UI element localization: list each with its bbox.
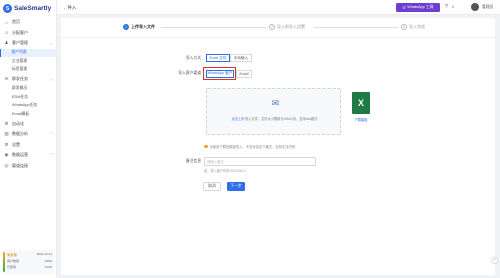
plan-name: 免费版 — [7, 252, 17, 257]
sidebar-item-label: 设置 — [12, 141, 20, 147]
user-name[interactable]: 管理员 — [482, 5, 493, 10]
import-mode-excel[interactable]: Excel 文件 — [206, 54, 230, 62]
help-icon[interactable]: ? — [445, 4, 448, 10]
chevron-up-icon: ︿ — [49, 76, 54, 81]
topbar-icons: ? ♪ — [445, 4, 454, 10]
remark-hint: 如：导入客户时间 2023.08.17 — [204, 169, 247, 173]
upload-hint: 拖入文件，文件大小限制为10M以内，支持xlsx格式 — [245, 117, 318, 121]
sidebar-subitem-broadcast-overview[interactable]: 群发概况 — [0, 85, 57, 94]
sidebar-item-analytics[interactable]: ▥ 数据分析 ﹀ — [0, 129, 57, 140]
sidebar-item-broadcast[interactable]: ✉ 群发任务 ︿ — [0, 74, 57, 85]
chevron-down-icon: ﹀ — [49, 152, 54, 157]
quota-value: 18/50 — [44, 258, 52, 263]
scroll-up-icon[interactable]: ⌃ — [491, 257, 498, 264]
quota-bar — [3, 252, 5, 272]
sidebar-item-label: 群发任务 — [12, 76, 28, 82]
sidebar-subitem-companies[interactable]: 企业管理 — [0, 57, 57, 66]
import-mode-label: 导入方式 — [185, 56, 201, 60]
sidebar-subitem-email-template[interactable]: Email模板 — [0, 110, 57, 119]
import-panel: 1 上传导入文件 2 导入前导入设置 3 导入完成 导入方式 Excel 文件 … — [61, 18, 495, 275]
next-button[interactable]: 下一步 — [227, 182, 245, 191]
warning-icon — [204, 144, 208, 149]
step-number: 3 — [401, 24, 407, 30]
sidebar-item-label: 分配客户 — [12, 29, 28, 35]
quota-key: 客户数量 — [7, 258, 20, 263]
sidebar-item-automation[interactable]: ⚙ 自动化 — [0, 119, 57, 130]
back-icon[interactable]: ‹ — [64, 6, 65, 11]
sidebar-item-label: 数据分析 — [12, 131, 28, 137]
home-icon: ⌂ — [5, 19, 8, 25]
stepper: 1 上传导入文件 2 导入前导入设置 3 导入完成 — [61, 18, 495, 38]
step-3: 3 导入完成 — [401, 24, 425, 30]
step-connector — [314, 27, 398, 28]
sidebar-item-assign[interactable]: ☺ 分配客户 — [0, 28, 57, 39]
step-label: 导入前导入设置 — [277, 24, 305, 29]
sidebar-subitem-edm[interactable]: EDM任务 — [0, 93, 57, 102]
tip-text: 请使用下载的模板导入，不支持自定义格式，否则无法识别 — [209, 145, 296, 149]
sidebar-item-data-ops[interactable]: ◉ 数据运营 ﹀ — [0, 150, 57, 161]
remark-input[interactable]: 请输入备注 — [204, 157, 316, 166]
upload-icon: ✉ — [271, 98, 280, 108]
logo-text: SaleSmartly — [14, 5, 52, 12]
file-upload-dropzone[interactable]: ✉ 点击上传 拖入文件，文件大小限制为10M以内，支持xlsx格式 — [206, 88, 341, 135]
bell-icon[interactable]: ♪ — [452, 4, 455, 10]
sidebar-subitem-tags[interactable]: 标签管理 — [0, 66, 57, 75]
analytics-icon: ▥ — [4, 131, 9, 137]
chevron-down-icon: ﹀ — [49, 131, 54, 136]
whatsapp-icon: ✆ — [402, 6, 406, 10]
cancel-button[interactable]: 取消 — [203, 182, 221, 191]
settings-icon: ⚙ — [4, 141, 9, 147]
channel-email[interactable]: Email — [236, 69, 252, 78]
sidebar-subitem-whatsapp-task[interactable]: WhatsApp任务 — [0, 102, 57, 111]
avatar[interactable] — [471, 3, 479, 11]
app-logo[interactable]: S SaleSmartly — [3, 4, 51, 13]
customers-icon: ♟ — [4, 40, 9, 46]
step-2: 2 导入前导入设置 — [269, 24, 305, 30]
sidebar-item-settings[interactable]: ⚙ 设置 — [0, 140, 57, 151]
remark-label: 备注信息 — [185, 159, 201, 163]
whatsapp-tool-label: WhatsApp 工具 — [407, 5, 434, 9]
top-bar: ‹ 导入 ✆ WhatsApp 工具 ? ♪ 管理员 — [57, 0, 500, 15]
broadcast-icon: ✉ — [4, 76, 9, 82]
sidebar: S SaleSmartly ⌂ 首页 ☺ 分配客户 ♟ 客户管理 ︿ 客户列表 … — [0, 0, 57, 278]
upload-instructions: 点击上传 拖入文件，文件大小限制为10M以内，支持xlsx格式 — [207, 116, 342, 121]
upload-link[interactable]: 点击上传 — [232, 117, 245, 121]
sidebar-item-customers[interactable]: ♟ 客户管理 ︿ — [0, 38, 57, 49]
sidebar-item-label: 数据运营 — [12, 152, 28, 158]
highlight-box — [203, 67, 236, 80]
import-tip: 请使用下载的模板导入，不支持自定义格式，否则无法识别 — [204, 144, 295, 149]
channel-label: 导入客户渠道 — [178, 71, 201, 75]
step-1: 1 上传导入文件 — [123, 24, 155, 30]
step-label: 导入完成 — [409, 24, 425, 29]
download-template-link[interactable]: 下载模板 — [348, 117, 374, 122]
page-title-text: 导入 — [67, 5, 77, 10]
logo-icon: S — [3, 4, 12, 13]
step-connector — [161, 27, 266, 28]
excel-template-icon[interactable]: X — [352, 92, 370, 114]
whatsapp-tool-button[interactable]: ✆ WhatsApp 工具 — [396, 3, 440, 12]
plan-quota-card[interactable]: 免费版 2023-12-31 客户数量 18/50 已使用 13/29 — [2, 250, 54, 274]
chevron-up-icon: ︿ — [49, 40, 54, 45]
plan-expiry: 2023-12-31 — [36, 252, 52, 257]
page-title: ‹ 导入 — [64, 5, 76, 11]
data-ops-icon: ◉ — [4, 152, 9, 158]
sidebar-item-label: 渠道连接 — [12, 162, 28, 168]
quota-key: 已使用 — [7, 265, 17, 270]
user-assign-icon: ☺ — [4, 30, 9, 36]
quota-value: 13/29 — [44, 265, 52, 270]
step-label: 上传导入文件 — [131, 24, 155, 29]
sidebar-item-label: 首页 — [12, 19, 20, 25]
import-mode-manual[interactable]: 手动输入 — [230, 54, 252, 62]
step-number: 1 — [123, 24, 129, 30]
quota-row: 已使用 13/29 — [7, 264, 52, 271]
automation-icon: ⚙ — [4, 120, 9, 126]
step-number: 2 — [269, 24, 275, 30]
sidebar-item-channels[interactable]: ◎ 渠道连接 — [0, 161, 57, 172]
sidebar-item-home[interactable]: ⌂ 首页 — [0, 17, 57, 28]
sidebar-item-label: 自动化 — [12, 120, 24, 126]
sidebar-subitem-customer-list[interactable]: 客户列表 — [0, 48, 57, 57]
sidebar-item-label: 客户管理 — [12, 40, 28, 46]
channels-icon: ◎ — [4, 162, 9, 168]
sidebar-nav: ⌂ 首页 ☺ 分配客户 ♟ 客户管理 ︿ 客户列表 企业管理 标签管理 ✉ 群发… — [0, 17, 57, 171]
